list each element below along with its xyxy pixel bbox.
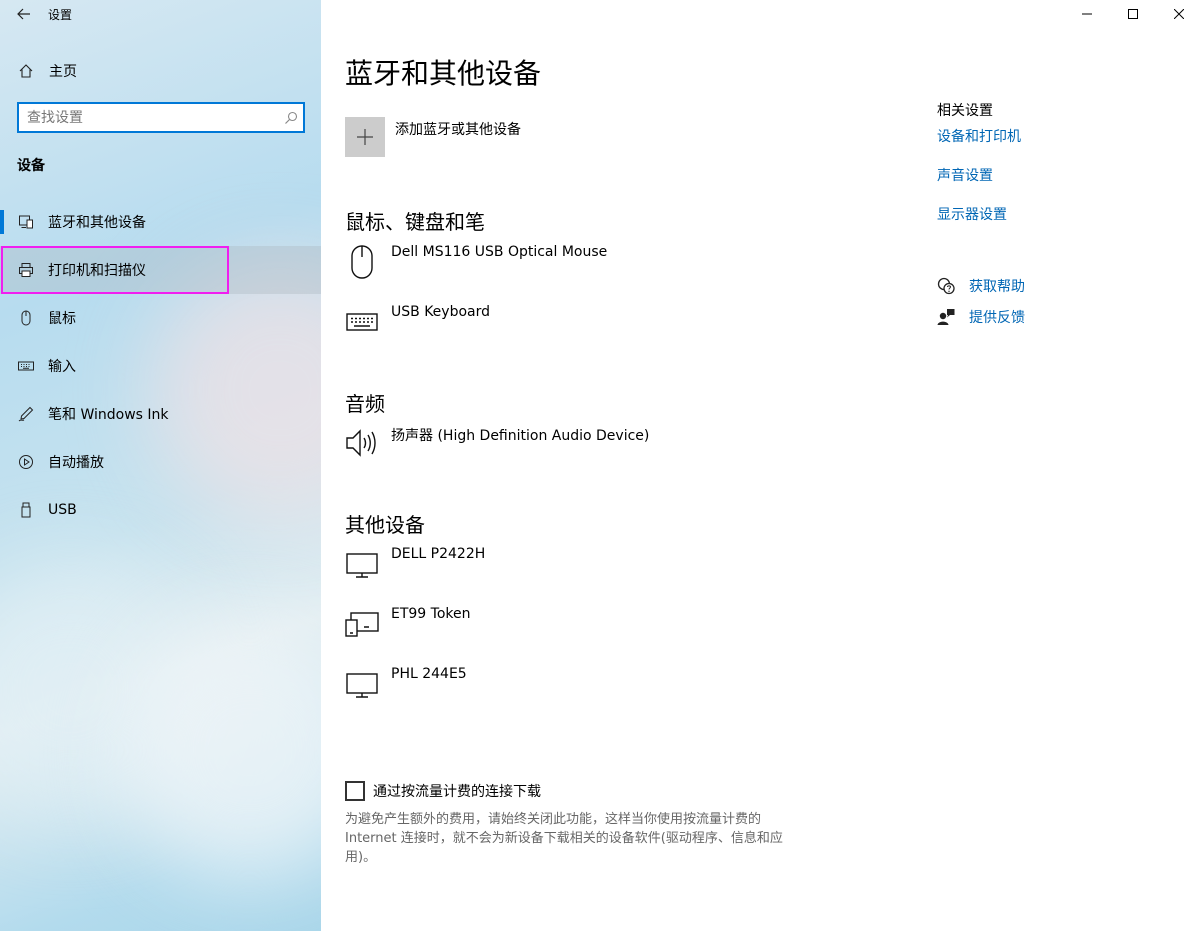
maximize-icon [1128,9,1138,19]
usb-icon [18,502,34,518]
home-nav-item[interactable]: 主页 [0,48,321,94]
sidebar-item-label: 鼠标 [48,311,76,327]
device-name: PHL 244E5 [391,666,467,682]
keyboard-icon [345,304,379,340]
get-help-label: 获取帮助 [969,278,1025,295]
sidebar-item-autoplay[interactable]: 自动播放 [0,438,321,486]
group-title-input: 鼠标、键盘和笔 [345,210,485,234]
sidebar-item-label: 自动播放 [48,455,104,471]
device-item[interactable]: Dell MS116 USB Optical Mouse [345,244,607,280]
pen-icon [18,406,34,422]
give-feedback-label: 提供反馈 [969,309,1025,326]
metered-download-checkbox[interactable]: 通过按流量计费的连接下载 [345,781,541,801]
related-settings: 相关设置 设备和打印机 声音设置 显示器设置 [937,100,1157,245]
search-icon[interactable] [279,111,303,125]
back-button[interactable] [0,0,48,28]
back-arrow-icon [17,8,30,20]
device-name: DELL P2422H [391,546,486,562]
close-button[interactable] [1156,0,1202,28]
checkbox[interactable] [345,781,365,801]
maximize-button[interactable] [1110,0,1156,28]
sidebar: 设置 主页 设备 蓝牙和其他设备 打印机和扫描仪 [0,0,321,931]
link-devices-and-printers[interactable]: 设备和打印机 [937,128,1157,167]
monitor-icon [345,666,379,702]
feedback-icon [937,308,955,326]
group-title-other: 其他设备 [345,513,425,537]
sidebar-item-label: 打印机和扫描仪 [48,263,146,279]
add-device-label: 添加蓝牙或其他设备 [395,122,521,138]
mouse-icon [345,244,379,280]
autoplay-icon [18,454,34,470]
device-name: ET99 Token [391,606,471,622]
generic-device-icon [345,606,379,642]
device-name: Dell MS116 USB Optical Mouse [391,244,608,260]
device-name: 扬声器 (High Definition Audio Device) [391,428,650,444]
search-box[interactable] [17,102,305,133]
group-title-audio: 音频 [345,392,385,416]
main-content: 蓝牙和其他设备 添加蓝牙或其他设备 鼠标、键盘和笔 Dell MS116 USB… [321,0,1202,931]
bluetooth-devices-icon [18,214,34,230]
speaker-icon [345,425,379,461]
sidebar-item-label: 蓝牙和其他设备 [48,215,146,231]
link-sound-settings[interactable]: 声音设置 [937,167,1157,206]
sidebar-section-heading: 设备 [17,158,45,174]
home-icon [18,63,34,79]
close-icon [1174,9,1184,19]
monitor-icon [345,546,379,582]
device-item[interactable]: ET99 Token [345,606,471,642]
device-item[interactable]: 扬声器 (High Definition Audio Device) [345,425,649,461]
sidebar-nav: 蓝牙和其他设备 打印机和扫描仪 鼠标 输入 笔和 Windows Ink 自动播… [0,198,321,534]
search-input[interactable] [19,104,279,131]
home-label: 主页 [49,64,77,80]
minimize-icon [1082,13,1092,15]
plus-icon [357,129,373,145]
help-chat-icon [937,277,955,295]
metered-description: 为避免产生额外的费用，请始终关闭此功能，这样当你使用按流量计费的 Interne… [345,812,783,865]
sidebar-item-typing[interactable]: 输入 [0,342,321,390]
app-title: 设置 [48,7,73,22]
sidebar-item-label: 输入 [48,359,76,375]
get-help-link[interactable]: 获取帮助 [937,270,1025,301]
device-item[interactable]: DELL P2422H [345,546,485,582]
sidebar-item-label: 笔和 Windows Ink [48,407,169,423]
device-item[interactable]: USB Keyboard [345,304,490,340]
printer-icon [18,262,34,278]
sidebar-item-mouse[interactable]: 鼠标 [0,294,321,342]
link-display-settings[interactable]: 显示器设置 [937,206,1157,245]
sidebar-item-printers[interactable]: 打印机和扫描仪 [0,246,321,294]
page-title: 蓝牙和其他设备 [345,57,542,90]
sidebar-item-usb[interactable]: USB [0,486,321,534]
give-feedback-link[interactable]: 提供反馈 [937,301,1025,332]
device-name: USB Keyboard [391,304,490,320]
minimize-button[interactable] [1064,0,1110,28]
help-section: 获取帮助 提供反馈 [937,270,1025,332]
title-bar: 设置 [0,0,321,28]
add-tile [345,117,385,157]
sidebar-item-pen[interactable]: 笔和 Windows Ink [0,390,321,438]
sidebar-item-label: USB [48,502,77,518]
checkbox-label: 通过按流量计费的连接下载 [373,784,541,800]
related-settings-title: 相关设置 [937,103,993,119]
mouse-icon [18,310,34,326]
add-device-button[interactable]: 添加蓝牙或其他设备 [345,117,521,157]
device-item[interactable]: PHL 244E5 [345,666,467,702]
window-controls [1064,0,1202,28]
keyboard-icon [18,358,34,374]
sidebar-item-bluetooth[interactable]: 蓝牙和其他设备 [0,198,321,246]
